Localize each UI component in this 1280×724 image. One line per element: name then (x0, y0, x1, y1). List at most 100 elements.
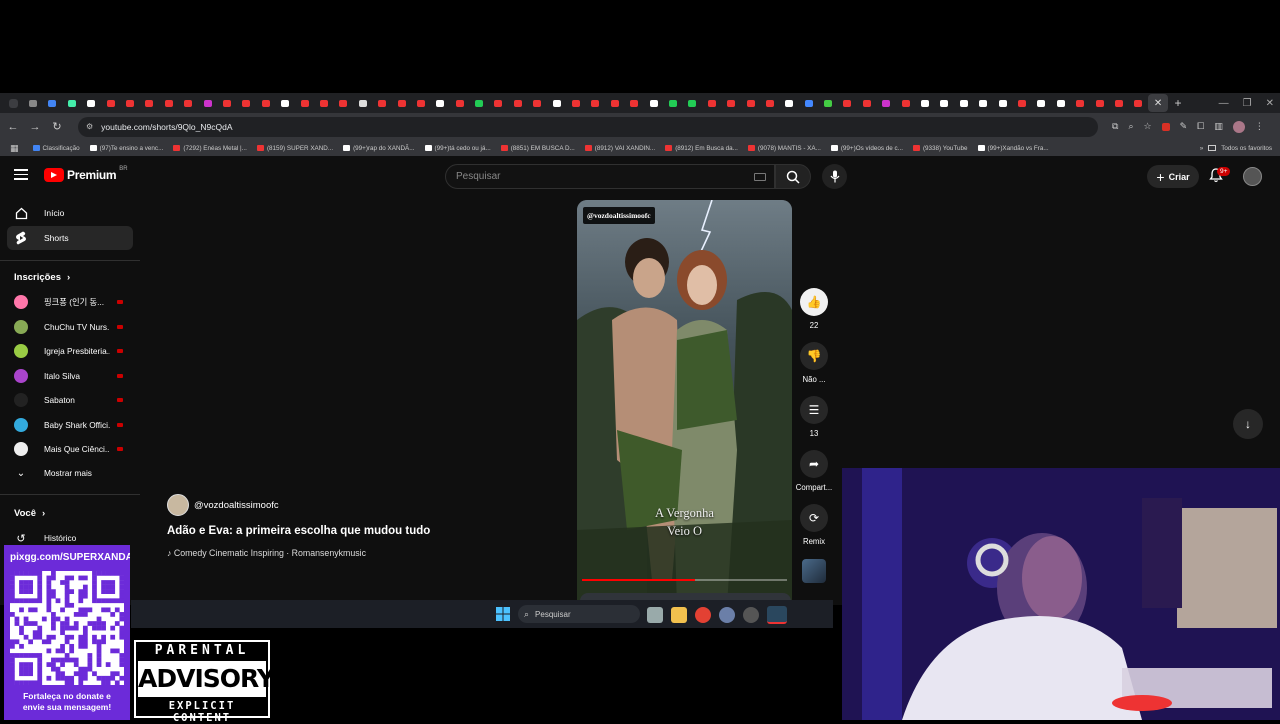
browser-tab[interactable] (1032, 93, 1051, 113)
subscription-item[interactable]: Mais Que Ciênci... (14, 438, 132, 460)
browser-tab[interactable] (838, 93, 857, 113)
browser-tab[interactable] (780, 93, 799, 113)
browser-tab[interactable] (547, 93, 566, 113)
like-button[interactable]: 👍 22 (793, 288, 835, 330)
sidebar-item-shorts[interactable]: Shorts (7, 226, 133, 250)
browser-tab[interactable] (915, 93, 934, 113)
browser-tab[interactable] (605, 93, 624, 113)
taskbar-search[interactable]: ⌕ Pesquisar (518, 605, 640, 623)
browser-tab[interactable] (1051, 93, 1070, 113)
browser-tab[interactable] (314, 93, 333, 113)
browser-tab[interactable] (62, 93, 81, 113)
browser-tab[interactable] (508, 93, 527, 113)
keyboard-icon[interactable] (754, 172, 766, 181)
browser-tab[interactable] (974, 93, 993, 113)
you-heading[interactable]: Você › (14, 508, 45, 519)
site-info-icon[interactable]: ⚙ (86, 122, 93, 131)
browser-tab[interactable] (935, 93, 954, 113)
sidebar-icon[interactable]: ▥ (1214, 121, 1223, 132)
search-button[interactable] (775, 164, 811, 189)
bookmark-star-icon[interactable]: ☆ (1143, 121, 1151, 132)
short-video-player[interactable]: @vozdoaltissimoofc A Vergonha Veio O (577, 200, 792, 605)
bookmark-item[interactable]: (7292) Enéas Metal |... (173, 145, 247, 152)
browser-tab[interactable] (450, 93, 469, 113)
browser-tab[interactable] (120, 93, 139, 113)
browser-tab[interactable] (818, 93, 837, 113)
browser-tab[interactable] (799, 93, 818, 113)
reload-icon[interactable]: ↻ (46, 120, 68, 133)
obs-icon[interactable] (743, 607, 759, 623)
zoom-icon[interactable]: ⌕ (1128, 121, 1133, 132)
channel-name[interactable]: @vozdoaltissimoofc (194, 500, 279, 511)
browser-tab[interactable] (217, 93, 236, 113)
browser-tab[interactable] (721, 93, 740, 113)
subscriptions-heading[interactable]: Inscrições › (14, 272, 70, 283)
browser-tab[interactable] (702, 93, 721, 113)
browser-tab[interactable] (256, 93, 275, 113)
all-bookmarks-label[interactable]: Todos os favoritos (1221, 145, 1272, 152)
settings-gear-icon[interactable] (719, 607, 735, 623)
browser-tab[interactable] (431, 93, 450, 113)
channel-avatar[interactable] (167, 494, 189, 516)
browser-tab[interactable] (663, 93, 682, 113)
browser-tab[interactable] (1129, 93, 1148, 113)
task-view-icon[interactable] (647, 607, 663, 623)
video-progress-bar[interactable] (582, 579, 787, 581)
browser-tab[interactable] (1012, 93, 1031, 113)
browser-tab[interactable] (857, 93, 876, 113)
browser-tab[interactable] (528, 93, 547, 113)
bookmarks-overflow-icon[interactable]: » (1200, 145, 1204, 152)
browser-tab[interactable] (179, 93, 198, 113)
subscription-item[interactable]: 핑크퐁 (인기 동... (14, 291, 132, 313)
bookmark-item[interactable]: (99+)Os vídeos de c... (830, 145, 903, 152)
browser-tab[interactable] (411, 93, 430, 113)
browser-tab[interactable] (159, 93, 178, 113)
profile-avatar[interactable] (1232, 120, 1245, 133)
subscription-item[interactable]: Sabaton (14, 389, 132, 411)
browser-tab[interactable] (101, 93, 120, 113)
voice-search-button[interactable] (822, 164, 847, 189)
browser-tab[interactable] (198, 93, 217, 113)
browser-tab[interactable] (877, 93, 896, 113)
browser-tab[interactable] (43, 93, 62, 113)
browser-tab[interactable] (140, 93, 159, 113)
extension-icon[interactable]: ✎ (1180, 121, 1188, 132)
close-window-icon[interactable]: ✕ (1266, 98, 1274, 109)
bookmark-item[interactable]: (8912) Em Busca da... (665, 145, 738, 152)
browser-tab[interactable] (334, 93, 353, 113)
audio-source-thumbnail[interactable] (802, 559, 826, 583)
account-avatar[interactable] (1243, 167, 1262, 186)
browser-tab[interactable] (644, 93, 663, 113)
browser-tab[interactable] (1109, 93, 1128, 113)
subscription-item[interactable]: ChuChu TV Nurs... (14, 316, 132, 338)
minimize-icon[interactable]: — (1219, 98, 1229, 109)
browser-tab[interactable] (392, 93, 411, 113)
close-tab-icon[interactable]: ✕ (1148, 94, 1169, 112)
show-more-button[interactable]: ⌄ Mostrar mais (14, 462, 132, 484)
bookmark-item[interactable]: (99+)rap do XANDÃ... (343, 145, 415, 152)
browser-tab[interactable] (82, 93, 101, 113)
bookmark-item[interactable]: Classificação (32, 145, 80, 152)
bookmark-item[interactable]: (97)Te ensino a venc... (89, 145, 163, 152)
browser-tab[interactable] (1090, 93, 1109, 113)
bookmark-item[interactable]: (8851) EM BUSCA D... (500, 145, 575, 152)
browser-tab[interactable] (954, 93, 973, 113)
tab-list-chevron-icon[interactable] (4, 93, 23, 113)
bookmark-item[interactable]: (9338) YouTube (912, 145, 968, 152)
chrome-icon[interactable] (695, 607, 711, 623)
browser-tab[interactable] (566, 93, 585, 113)
browser-tab[interactable] (469, 93, 488, 113)
dislike-button[interactable]: 👎 Não ... (793, 342, 835, 384)
bookmark-item[interactable]: (8912) VAI XANDIN... (584, 145, 655, 152)
browser-tab[interactable] (741, 93, 760, 113)
bookmark-item[interactable]: (8159) SUPER XAND... (256, 145, 333, 152)
back-icon[interactable]: ← (2, 121, 24, 133)
extensions-puzzle-icon[interactable]: ⧠ (1197, 121, 1204, 132)
youtube-premium-logo[interactable]: Premium BR (44, 166, 128, 182)
remix-button[interactable]: ⟳ Remix (793, 504, 835, 546)
new-tab-button[interactable]: + (1168, 96, 1188, 110)
browser-tab[interactable] (353, 93, 372, 113)
browser-tab[interactable] (372, 93, 391, 113)
sidebar-item-home[interactable]: Início (7, 201, 133, 225)
browser-tab[interactable] (237, 93, 256, 113)
